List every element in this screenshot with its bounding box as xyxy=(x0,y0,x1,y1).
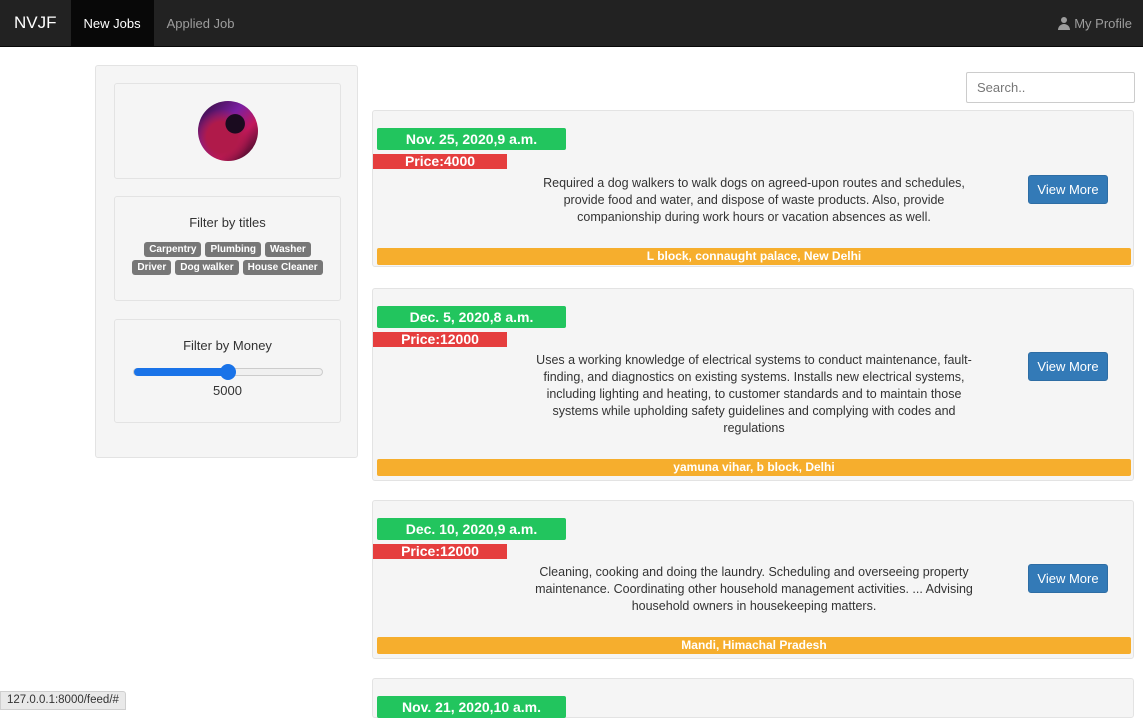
nav-applied-job[interactable]: Applied Job xyxy=(154,0,248,46)
avatar-card xyxy=(114,83,341,179)
filter-titles-card: Filter by titles Carpentry Plumbing Wash… xyxy=(114,196,341,301)
job-description: Uses a working knowledge of electrical s… xyxy=(536,353,972,435)
money-value: 5000 xyxy=(213,383,242,398)
money-slider-thumb[interactable] xyxy=(219,364,236,380)
money-slider-fill xyxy=(133,368,228,376)
job-date: Dec. 10, 2020,9 a.m. xyxy=(377,518,566,540)
brand-logo[interactable]: NVJF xyxy=(0,0,71,46)
tag-dog-walker[interactable]: Dog walker xyxy=(175,260,239,275)
tag-house-cleaner[interactable]: House Cleaner xyxy=(242,260,323,275)
job-price: Price:12000 xyxy=(373,544,507,559)
job-card: Nov. 21, 2020,10 a.m. xyxy=(372,678,1134,718)
tag-driver[interactable]: Driver xyxy=(132,260,172,275)
job-description: Cleaning, cooking and doing the laundry.… xyxy=(535,565,973,613)
avatar[interactable] xyxy=(197,101,258,161)
filter-money-card: Filter by Money 5000 xyxy=(114,319,341,423)
nav-new-jobs[interactable]: New Jobs xyxy=(70,0,154,46)
money-slider[interactable] xyxy=(132,364,323,380)
job-location: L block, connaught palace, New Delhi xyxy=(377,248,1131,265)
job-location: yamuna vihar, b block, Delhi xyxy=(377,459,1131,476)
job-date: Nov. 25, 2020,9 a.m. xyxy=(377,128,566,150)
job-card: Nov. 25, 2020,9 a.m. Price:4000 Required… xyxy=(372,110,1134,267)
tag-plumbing[interactable]: Plumbing xyxy=(205,242,262,257)
job-card: Dec. 5, 2020,8 a.m. Price:12000 Uses a w… xyxy=(372,288,1134,481)
job-date: Dec. 5, 2020,8 a.m. xyxy=(377,306,566,328)
job-date: Nov. 21, 2020,10 a.m. xyxy=(377,696,566,718)
my-profile-label: My Profile xyxy=(1074,15,1132,31)
tag-carpentry[interactable]: Carpentry xyxy=(144,242,202,257)
filter-titles-heading: Filter by titles xyxy=(189,215,266,230)
view-more-button[interactable]: View More xyxy=(1028,352,1108,381)
user-icon xyxy=(1058,16,1071,30)
top-navbar: NVJF New Jobs Applied Job My Profile xyxy=(0,0,1143,47)
job-price: Price:4000 xyxy=(373,154,507,169)
status-bar-url: 127.0.0.1:8000/feed/# xyxy=(0,691,126,710)
view-more-button[interactable]: View More xyxy=(1028,564,1108,593)
job-price: Price:12000 xyxy=(373,332,507,347)
job-card: Dec. 10, 2020,9 a.m. Price:12000 Cleanin… xyxy=(372,500,1134,659)
my-profile-link[interactable]: My Profile xyxy=(1058,0,1143,46)
view-more-button[interactable]: View More xyxy=(1028,175,1108,204)
job-location: Mandi, Himachal Pradesh xyxy=(377,637,1131,654)
title-tags: Carpentry Plumbing Washer Driver Dog wal… xyxy=(129,242,326,275)
search-input[interactable] xyxy=(966,72,1135,103)
filter-money-heading: Filter by Money xyxy=(183,338,272,353)
filter-sidebar: Filter by titles Carpentry Plumbing Wash… xyxy=(95,65,358,458)
tag-washer[interactable]: Washer xyxy=(265,242,311,257)
job-description: Required a dog walkers to walk dogs on a… xyxy=(543,176,965,224)
